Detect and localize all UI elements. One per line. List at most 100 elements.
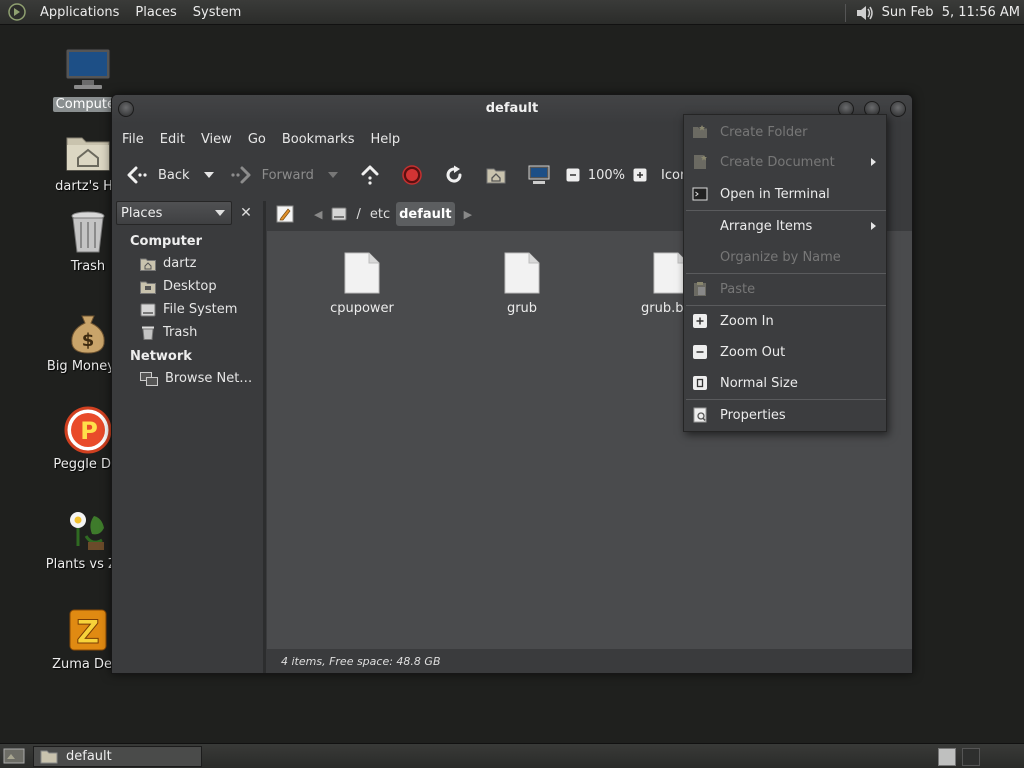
file-item[interactable]: grub.b: [632, 251, 689, 316]
terminal-icon: [692, 187, 708, 201]
crumb-scroll-right[interactable]: ▶: [464, 208, 472, 221]
properties-icon: [693, 407, 707, 423]
forward-label: Forward: [261, 167, 314, 183]
zoom-in-button[interactable]: [629, 160, 651, 190]
home-button[interactable]: [482, 160, 510, 190]
computer-icon: [528, 165, 550, 184]
menu-item-zoom-in[interactable]: Zoom In: [684, 306, 886, 336]
desktop-icon-label: Trash: [70, 259, 106, 274]
places-selector[interactable]: Places: [116, 201, 232, 225]
money-bag-icon: $: [71, 315, 105, 354]
places-menu[interactable]: Places: [127, 5, 184, 20]
file-item[interactable]: grub: [472, 251, 572, 316]
sidebar-item-file-system[interactable]: File System: [140, 302, 237, 317]
forward-button[interactable]: Forward: [226, 160, 318, 190]
up-button[interactable]: [356, 160, 384, 190]
desktop-icon: [140, 281, 156, 294]
crumb-separator-label: /: [356, 206, 361, 222]
bottom-panel: default: [0, 743, 1024, 768]
crumb-separator: /: [353, 202, 363, 226]
menu-item-open-in-terminal[interactable]: Open in Terminal: [684, 179, 886, 209]
show-desktop-icon[interactable]: [3, 747, 25, 765]
context-menu: Create Folder Create Document Open in Te…: [683, 114, 887, 432]
taskbar-window-default[interactable]: default: [33, 746, 202, 767]
status-text: 4 items, Free space: 48.8 GB: [281, 654, 441, 668]
menu-item-label: Open in Terminal: [720, 186, 830, 202]
applications-menu[interactable]: Applications: [32, 5, 127, 20]
menu-item-zoom-out[interactable]: Zoom Out: [684, 337, 886, 367]
stop-button[interactable]: [398, 160, 426, 190]
crumb-default[interactable]: default: [396, 202, 455, 226]
computer-button[interactable]: [524, 160, 554, 190]
crumb-scroll-left[interactable]: ◀: [314, 208, 322, 221]
top-panel: Applications Places System Sun Feb 5, 11…: [0, 0, 1024, 25]
distro-logo-icon[interactable]: [8, 3, 26, 21]
menu-item-create-document[interactable]: Create Document: [684, 147, 886, 177]
forward-history-dropdown[interactable]: [324, 160, 342, 190]
file-name: grub.b: [641, 301, 684, 316]
zuma-icon: Z: [69, 609, 107, 652]
edit-location-button[interactable]: [273, 202, 297, 226]
menu-item-arrange-items[interactable]: Arrange Items: [684, 211, 886, 241]
computer-icon: [65, 48, 111, 89]
close-sidebar-button[interactable]: ✕: [235, 201, 257, 225]
zoom-out-icon: [566, 168, 580, 182]
menu-go[interactable]: Go: [240, 132, 274, 147]
window-menu-button[interactable]: [118, 101, 134, 117]
menu-help[interactable]: Help: [362, 132, 408, 147]
menu-item-organize-by-name[interactable]: Organize by Name: [684, 242, 886, 272]
crumb-etc[interactable]: etc: [367, 202, 393, 226]
workspace-2[interactable]: [962, 748, 980, 766]
new-document-icon: [694, 155, 707, 169]
sidebar-item-desktop[interactable]: Desktop: [140, 279, 217, 294]
back-button[interactable]: Back: [122, 160, 194, 190]
up-arrow-icon: [361, 165, 379, 185]
zoom-out-icon: [693, 345, 707, 359]
crumb-root[interactable]: [328, 202, 350, 226]
reload-button[interactable]: [440, 160, 468, 190]
svg-text:P: P: [80, 417, 98, 445]
home-icon: [140, 258, 156, 271]
menu-item-label: Properties: [720, 407, 786, 423]
chevron-down-icon: [215, 210, 225, 216]
drive-icon: [331, 207, 347, 221]
organize-spacer: [692, 249, 708, 265]
window-title: default: [485, 101, 539, 116]
arrange-spacer: [692, 218, 708, 234]
sidebar-item-browse-network[interactable]: Browse Net…: [140, 371, 252, 386]
sidebar-item-dartz[interactable]: dartz: [140, 256, 196, 271]
clock[interactable]: Sun Feb 5, 11:56 AM: [876, 5, 1024, 20]
sidebar-item-label: Trash: [163, 325, 198, 340]
file-item[interactable]: cpupower: [312, 251, 412, 316]
menu-bookmarks[interactable]: Bookmarks: [274, 132, 363, 147]
menu-item-normal-size[interactable]: Normal Size: [684, 368, 886, 398]
close-button[interactable]: [890, 101, 906, 117]
zoom-out-button[interactable]: [562, 160, 584, 190]
text-file-icon: [504, 252, 540, 294]
menu-file[interactable]: File: [114, 132, 152, 147]
menu-item-properties[interactable]: Properties: [684, 400, 886, 430]
file-name: cpupower: [330, 301, 394, 316]
menu-item-create-folder[interactable]: Create Folder: [684, 117, 886, 147]
menu-view[interactable]: View: [193, 132, 240, 147]
sidebar-item-label: Desktop: [163, 279, 217, 294]
volume-icon[interactable]: [854, 3, 876, 23]
network-icon: [140, 371, 158, 386]
menu-item-label: Create Document: [720, 154, 835, 170]
menu-item-paste[interactable]: Paste: [684, 274, 886, 304]
new-folder-icon: [693, 125, 707, 138]
status-bar: 4 items, Free space: 48.8 GB: [267, 649, 912, 673]
sidebar-splitter[interactable]: [263, 201, 266, 673]
sidebar-heading-computer: Computer: [130, 234, 203, 249]
forward-arrow-icon: [230, 166, 251, 184]
system-menu[interactable]: System: [185, 5, 249, 20]
close-icon: ✕: [240, 205, 252, 221]
workspace-1[interactable]: [938, 748, 956, 766]
menu-item-label: Paste: [720, 281, 756, 297]
chevron-down-icon: [327, 172, 338, 178]
reload-icon: [446, 165, 462, 183]
back-history-dropdown[interactable]: [200, 160, 218, 190]
menu-edit[interactable]: Edit: [152, 132, 193, 147]
sidebar-item-trash[interactable]: Trash: [140, 325, 197, 340]
taskbar-window-label: default: [66, 749, 112, 764]
